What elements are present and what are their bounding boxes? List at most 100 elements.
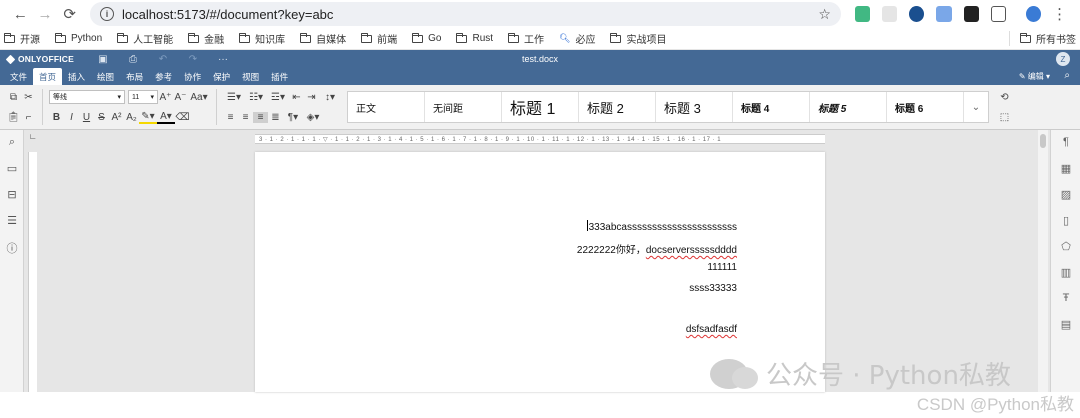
immersive-translate-icon[interactable]	[936, 6, 952, 22]
font-name-select[interactable]: 等线 ▾	[49, 90, 125, 105]
bookmark-folder[interactable]: 开源	[4, 31, 40, 46]
tab-insert[interactable]: 插入	[62, 68, 91, 85]
justify-icon[interactable]: ≣	[268, 112, 283, 123]
bookmark-folder[interactable]: 人工智能	[117, 31, 173, 46]
bookmark-folder[interactable]: Rust	[456, 32, 493, 44]
navigation-icon[interactable]: ☰	[5, 214, 19, 228]
italic-icon[interactable]: I	[64, 112, 79, 123]
subscript-icon[interactable]: A₂	[124, 112, 139, 123]
clear-style-icon[interactable]: ⌫	[175, 112, 190, 123]
align-center-icon[interactable]: ≡	[238, 112, 253, 123]
style-heading-3[interactable]: 标题 3	[656, 92, 733, 122]
bookmark-folder[interactable]: 工作	[508, 31, 544, 46]
style-heading-2[interactable]: 标题 2	[579, 92, 656, 122]
bookmark-folder[interactable]: 自媒体	[300, 31, 346, 46]
numbering-icon[interactable]: ☷▾	[245, 92, 267, 103]
image-settings-icon[interactable]: ▨	[1059, 188, 1073, 201]
extension-dark-icon[interactable]	[963, 6, 979, 22]
tab-home[interactable]: 首页	[33, 68, 63, 85]
line-spacing-icon[interactable]: ↕▾	[319, 92, 341, 103]
header-footer-icon[interactable]: ▯	[1059, 214, 1073, 227]
vue-devtools-icon[interactable]	[854, 6, 871, 22]
bookmark-folder[interactable]: 实战项目	[610, 31, 666, 46]
paragraph[interactable]: 333abcassssssssssssssssssssss	[586, 220, 737, 233]
about-icon[interactable]: ⓘ	[5, 240, 19, 255]
highlight-icon[interactable]: ✎▾	[139, 111, 157, 124]
font-color-icon[interactable]: A▾	[157, 111, 175, 124]
multilevel-icon[interactable]: ☲▾	[267, 92, 289, 103]
tab-draw[interactable]: 绘图	[91, 68, 120, 85]
style-heading-1[interactable]: 标题 1	[502, 92, 579, 122]
tab-plugins[interactable]: 插件	[265, 68, 294, 85]
search-icon[interactable]: ⌕	[1064, 70, 1070, 81]
decrease-font-icon[interactable]: A⁻	[173, 92, 188, 103]
style-heading-4[interactable]: 标题 4	[733, 92, 810, 122]
extensions-puzzle-icon[interactable]	[990, 6, 1007, 22]
tab-file[interactable]: 文件	[4, 68, 33, 85]
style-normal[interactable]: 正文	[348, 92, 425, 122]
style-heading-5[interactable]: 标题 5	[810, 92, 887, 122]
align-left-icon[interactable]: ≡	[223, 112, 238, 123]
bookmark-folder[interactable]: Go	[412, 32, 441, 44]
text-art-icon[interactable]: Ŧ	[1059, 292, 1073, 304]
profile-avatar-icon[interactable]	[1026, 6, 1042, 22]
bold-icon[interactable]: B	[49, 112, 64, 123]
shading-icon[interactable]: ◈▾	[303, 112, 323, 123]
style-no-spacing[interactable]: 无间距	[425, 92, 502, 122]
bookmark-folder[interactable]: 知识库	[239, 31, 285, 46]
check-extension-icon[interactable]	[909, 6, 925, 22]
format-painter-icon[interactable]: ⌐	[21, 112, 36, 123]
tab-collaboration[interactable]: 协作	[178, 68, 207, 85]
bookmark-folder[interactable]: 金融	[188, 31, 224, 46]
tab-view[interactable]: 视图	[236, 68, 265, 85]
signature-icon[interactable]: ▤	[1059, 318, 1073, 331]
paragraph-settings-icon[interactable]: ¶	[1059, 136, 1073, 148]
browser-menu-icon[interactable]: ⋮	[1047, 1, 1072, 27]
bookmark-folder[interactable]: Python	[55, 32, 102, 44]
style-heading-6[interactable]: 标题 6	[887, 92, 964, 122]
underline-icon[interactable]: U	[79, 112, 94, 123]
paragraph-marks-icon[interactable]: ¶▾	[283, 112, 303, 123]
shape-settings-icon[interactable]: ⬠	[1059, 240, 1073, 253]
tab-stop-selector[interactable]: ∟	[29, 132, 37, 141]
paragraph[interactable]: dsfsadfasdf	[686, 324, 737, 335]
back-icon[interactable]: ←	[8, 1, 33, 27]
chevron-down-icon[interactable]: ⌄	[964, 92, 988, 122]
address-bar[interactable]: i localhost:5173/#/document?key=abc ☆	[90, 2, 841, 26]
edit-mode-toggle[interactable]: ✎ 编辑 ▾	[1019, 71, 1050, 82]
change-case-icon[interactable]: Aa▾	[188, 92, 210, 103]
replace-icon[interactable]: ⟲	[997, 92, 1012, 103]
bookmark-star-icon[interactable]: ☆	[818, 6, 831, 23]
increase-indent-icon[interactable]: ⇥	[304, 92, 319, 103]
user-avatar[interactable]: Z	[1056, 52, 1070, 66]
table-settings-icon[interactable]: ▦	[1059, 162, 1073, 175]
track-changes-icon[interactable]: ⊟	[5, 188, 19, 202]
bullets-icon[interactable]: ☰▾	[223, 92, 245, 103]
reload-icon[interactable]: ⟳	[57, 1, 82, 27]
align-right-icon[interactable]: ≡	[253, 111, 268, 123]
chart-settings-icon[interactable]: ▥	[1059, 266, 1073, 279]
paragraph[interactable]: ssss33333	[689, 283, 737, 294]
forward-icon[interactable]: →	[33, 1, 58, 27]
bookmark-link[interactable]: 🔍︎ 必应	[559, 31, 595, 46]
strikethrough-icon[interactable]: S	[94, 112, 109, 123]
decrease-indent-icon[interactable]: ⇤	[289, 92, 304, 103]
vertical-scrollbar[interactable]	[1038, 130, 1048, 392]
tab-protection[interactable]: 保护	[207, 68, 236, 85]
copy-icon[interactable]: ⧉	[6, 92, 21, 103]
extension-icon[interactable]	[882, 6, 898, 22]
site-info-icon[interactable]: i	[100, 7, 115, 21]
scroll-thumb[interactable]	[1040, 134, 1046, 148]
increase-font-icon[interactable]: A⁺	[158, 92, 173, 103]
tab-layout[interactable]: 布局	[120, 68, 149, 85]
paste-icon[interactable]: 📋︎	[6, 112, 21, 123]
font-size-select[interactable]: 11 ▾	[128, 90, 158, 105]
url-text[interactable]: localhost:5173/#/document?key=abc	[122, 7, 818, 22]
search-icon[interactable]: ⌕	[5, 136, 19, 150]
tab-references[interactable]: 参考	[149, 68, 178, 85]
cut-icon[interactable]: ✂	[21, 92, 36, 103]
select-all-icon[interactable]: ⬚	[997, 112, 1012, 123]
horizontal-ruler[interactable]: 3 · 1 · 2 · 1 · 1 · 1 · ▽ · 1 · 1 · 2 · …	[255, 134, 825, 144]
all-bookmarks-folder[interactable]: 所有书签	[1009, 31, 1076, 46]
comments-icon[interactable]: ▭	[5, 162, 19, 176]
